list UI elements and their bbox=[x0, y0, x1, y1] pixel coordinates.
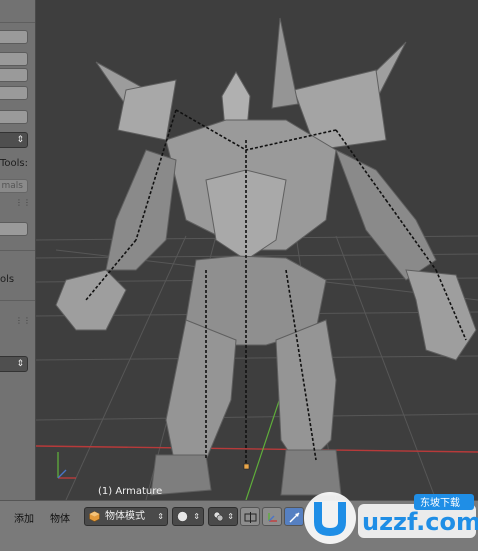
axis-gizmo bbox=[57, 452, 76, 479]
3d-viewport[interactable]: (1) Armature bbox=[36, 0, 478, 500]
cube-icon bbox=[89, 511, 100, 522]
mode-dropdown-arrow: ⇕ bbox=[157, 512, 164, 521]
watermark-badge: 东坡下载 bbox=[420, 496, 460, 509]
mode-dropdown-label: 物体模式 bbox=[105, 511, 145, 522]
x-axis-line bbox=[36, 445, 478, 453]
menu-add[interactable]: 添加 bbox=[14, 510, 34, 525]
shelf-ghost-button[interactable]: mals bbox=[0, 179, 28, 193]
mode-dropdown[interactable]: 物体模式 ⇕ bbox=[84, 507, 168, 526]
dropdown-arrow: ⇕ bbox=[16, 135, 24, 145]
shelf-label-tools: ols bbox=[0, 274, 15, 285]
viewport-object-label: (1) Armature bbox=[98, 486, 163, 497]
robot-mesh bbox=[55, 17, 477, 496]
shelf-divider bbox=[0, 22, 35, 23]
shelf-dropdown[interactable]: ⇕ bbox=[0, 132, 28, 148]
armature-origin bbox=[243, 463, 250, 470]
manipulator-icon bbox=[268, 513, 277, 522]
shelf-button[interactable] bbox=[0, 52, 28, 66]
shelf-dropdown[interactable]: ⇕ bbox=[0, 356, 28, 372]
watermark-logo: uzzf.com 东坡下载 bbox=[304, 492, 478, 544]
shading-dropdown[interactable]: ⇕ bbox=[172, 507, 204, 526]
panel-drag-handle[interactable]: ⋮⋮ bbox=[15, 198, 31, 207]
viewport-scene bbox=[36, 17, 478, 500]
snap-button[interactable] bbox=[240, 507, 260, 526]
pivot-icon bbox=[213, 511, 224, 522]
shelf-button[interactable] bbox=[0, 68, 28, 82]
tool-shelf: ⇕ Tools: mals ⋮⋮ ols ⋮⋮ ⇕ bbox=[0, 0, 36, 500]
sphere-icon bbox=[177, 511, 188, 522]
menu-object[interactable]: 物体 bbox=[50, 510, 70, 525]
shading-dropdown-arrow: ⇕ bbox=[193, 512, 200, 521]
pivot-dropdown[interactable]: ⇕ bbox=[208, 507, 238, 526]
shelf-button[interactable] bbox=[0, 222, 28, 236]
dropdown-arrow: ⇕ bbox=[16, 359, 24, 369]
pivot-dropdown-arrow: ⇕ bbox=[227, 512, 234, 521]
shelf-label-tools: Tools: bbox=[0, 158, 29, 169]
watermark-text: uzzf.com bbox=[362, 508, 478, 536]
snap-icon bbox=[244, 512, 257, 523]
manipulator-button[interactable] bbox=[262, 507, 282, 526]
shelf-divider bbox=[0, 250, 35, 251]
shelf-button[interactable] bbox=[0, 86, 28, 100]
shelf-divider bbox=[0, 300, 35, 301]
shelf-button[interactable] bbox=[0, 30, 28, 44]
panel-drag-handle[interactable]: ⋮⋮ bbox=[15, 316, 31, 325]
shelf-button[interactable] bbox=[0, 110, 28, 124]
